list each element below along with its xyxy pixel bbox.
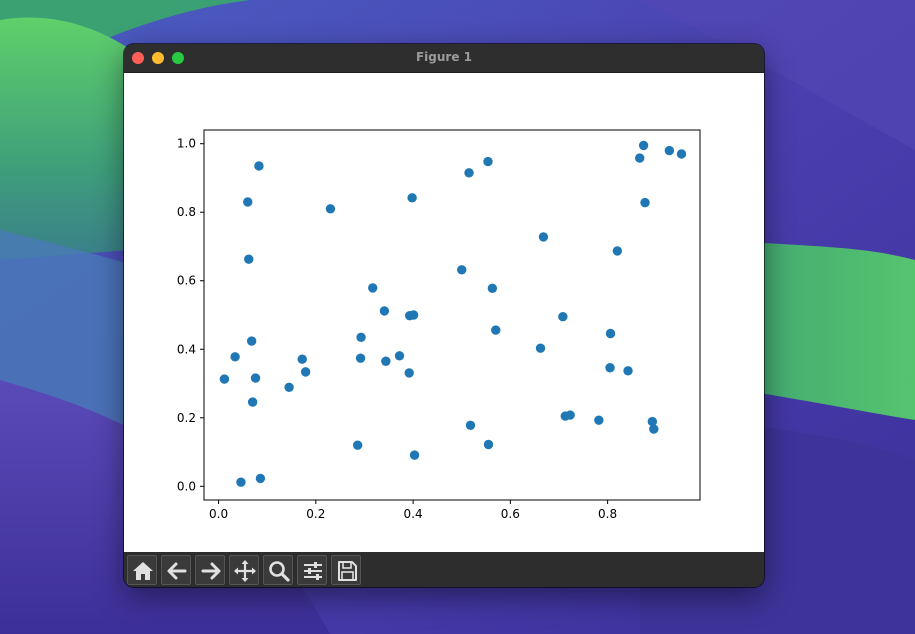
scatter-point [465, 420, 476, 431]
scatter-point [605, 363, 615, 373]
x-tick-label: 0.0 [209, 507, 228, 521]
scatter-point [464, 168, 474, 178]
scatter-point [594, 415, 604, 425]
title-bar[interactable]: Figure 1 [124, 44, 764, 73]
scatter-point [297, 354, 307, 364]
scatter-point [404, 368, 414, 378]
move-icon [234, 560, 256, 582]
scatter-point [483, 156, 493, 167]
scatter-point [676, 149, 687, 159]
save-button[interactable] [331, 555, 361, 585]
figure-window: Figure 1 0.0 0.2 0.4 0.6 0.8 0.0 0.2 0.4 0.6 0.8 1… [124, 44, 764, 587]
y-tick-label: 0.0 [177, 479, 196, 493]
scatter-point [255, 473, 266, 484]
scatter-point [487, 283, 498, 293]
plot-frame [203, 129, 701, 501]
scatter-point [457, 265, 467, 275]
x-tick-label: 0.6 [501, 507, 520, 521]
home-icon [133, 562, 153, 580]
scatter-point [379, 306, 390, 316]
scatter-point [368, 283, 378, 293]
magnifier-icon [269, 561, 290, 582]
scatter-point [236, 477, 246, 487]
scatter-point [640, 197, 650, 208]
scatter-point [394, 351, 405, 361]
scatter-point [605, 328, 616, 339]
scatter-point [356, 332, 366, 342]
scatter-point [246, 336, 257, 346]
scatter-point [325, 204, 336, 214]
scatter-point [408, 310, 419, 320]
scatter-point [284, 382, 294, 392]
scatter-point [352, 440, 363, 450]
arrow-left-icon [167, 562, 187, 580]
scatter-point [491, 325, 501, 335]
sliders-icon [304, 562, 322, 580]
x-tick-label: 0.8 [598, 507, 617, 521]
back-button[interactable] [161, 555, 191, 585]
scatter-point [664, 145, 675, 156]
pan-button[interactable] [229, 555, 259, 585]
scatter-point [219, 374, 230, 384]
scatter-point [300, 367, 311, 377]
x-tick-label: 0.2 [306, 507, 325, 521]
y-tick-label: 0.8 [177, 205, 196, 219]
scatter-point [247, 397, 258, 407]
navigation-toolbar [124, 552, 764, 587]
home-button[interactable] [127, 555, 157, 585]
scatter-plot: 0.0 0.2 0.4 0.6 0.8 0.0 0.2 0.4 0.6 0.8 1.0 [177, 129, 701, 521]
scatter-point [409, 450, 420, 460]
y-tick-label: 1.0 [177, 137, 196, 151]
floppy-disk-icon [338, 561, 357, 581]
scatter-point [483, 439, 494, 450]
scatter-point [230, 352, 240, 362]
scatter-point [623, 366, 633, 376]
window-title: Figure 1 [415, 50, 473, 64]
y-tick-label: 0.4 [177, 342, 196, 356]
figure-canvas[interactable]: 0.0 0.2 0.4 0.6 0.8 0.0 0.2 0.4 0.6 0.8 1.0 [124, 73, 764, 552]
zoom-button[interactable] [263, 555, 293, 585]
y-tick-label: 0.2 [177, 411, 196, 425]
arrow-right-icon [201, 562, 221, 580]
scatter-point [565, 410, 575, 420]
scatter-point [381, 356, 391, 366]
x-tick-label: 0.4 [404, 507, 423, 521]
scatter-point [538, 232, 549, 242]
y-tick-label: 0.6 [177, 274, 196, 288]
scatter-point [250, 373, 261, 383]
scatter-point [635, 153, 645, 163]
scatter-point [407, 193, 417, 203]
scatter-point [535, 343, 546, 353]
scatter-point [558, 312, 568, 322]
scatter-point [355, 353, 366, 363]
scatter-point [243, 197, 253, 207]
scatter-point [254, 161, 264, 171]
forward-button[interactable] [195, 555, 225, 585]
scatter-point [638, 140, 649, 151]
scatter-point [244, 254, 254, 264]
configure-subplots-button[interactable] [297, 555, 327, 585]
scatter-point [649, 424, 659, 434]
scatter-point [612, 246, 623, 256]
